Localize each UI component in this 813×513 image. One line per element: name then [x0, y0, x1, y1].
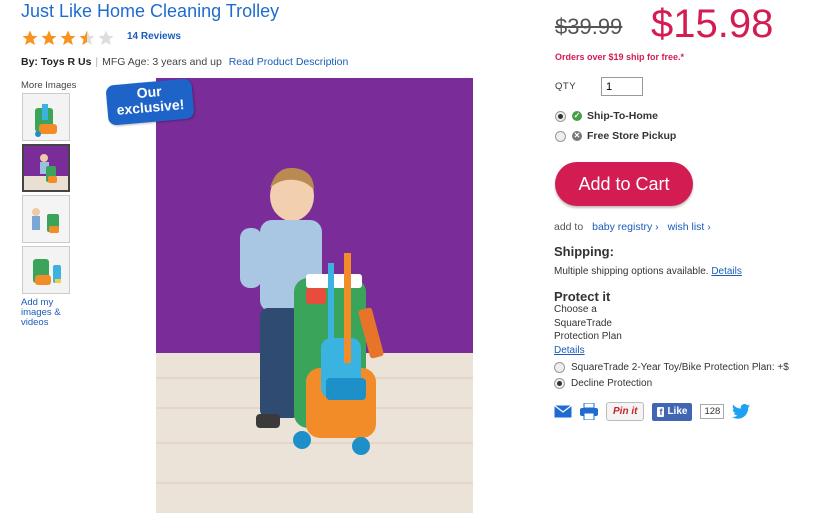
star-full-icon [41, 30, 57, 46]
protection-plan-option[interactable]: SquareTrade 2-Year Toy/Bike Protection P… [554, 362, 789, 373]
mfg-age: MFG Age: 3 years and up [102, 56, 222, 68]
byline: By: Toys R Us | MFG Age: 3 years and up Re… [21, 56, 348, 68]
add-to-prefix: add to [554, 221, 584, 233]
radio-selected[interactable] [554, 378, 565, 389]
qty-label: QTY [555, 81, 577, 92]
unavailable-x-icon: ✕ [572, 131, 582, 141]
facebook-like-button[interactable]: f Like [652, 402, 693, 421]
social-share-bar: Pin it f Like 128 [554, 402, 751, 421]
protect-description: Choose a SquareTrade Protection Plan Det… [554, 303, 622, 357]
original-price: $39.99 [555, 14, 623, 39]
main-product-image[interactable] [156, 78, 473, 513]
radio-selected[interactable] [555, 110, 566, 122]
shipping-info: Multiple shipping options available. Det… [554, 265, 742, 279]
chevron-right-icon: › [655, 221, 659, 233]
thumbnail-4[interactable] [22, 246, 70, 294]
protect-details-link[interactable]: Details [554, 345, 585, 356]
star-full-icon [60, 30, 76, 46]
thumbnail-2[interactable] [22, 144, 70, 192]
decline-protection-option[interactable]: Decline Protection [554, 378, 652, 389]
divider: | [95, 56, 99, 68]
add-to-links: add to baby registry › wish list › [554, 221, 711, 233]
baby-registry-link[interactable]: baby registry › [592, 221, 659, 233]
protect-heading: Protect it [554, 289, 611, 304]
brand-label: By: Toys R Us [21, 56, 92, 68]
ship-to-home-label: Ship-To-Home [587, 110, 658, 122]
trolley-image [23, 94, 69, 140]
star-rating[interactable] [21, 29, 115, 47]
product-title: Just Like Home Cleaning Trolley [21, 1, 280, 21]
pin-it-button[interactable]: Pin it [606, 402, 645, 421]
protection-plan-label: SquareTrade 2-Year Toy/Bike Protection P… [571, 362, 789, 373]
store-pickup-label: Free Store Pickup [587, 130, 677, 142]
more-images-label: More Images [21, 80, 77, 91]
protect-line-2: SquareTrade [554, 317, 612, 329]
star-empty-icon [98, 30, 114, 46]
star-full-icon [22, 30, 38, 46]
child-playing-image [23, 196, 69, 242]
add-my-images-link[interactable]: Add my images & videos [21, 298, 81, 328]
wish-list-label: wish list [667, 221, 705, 233]
chevron-right-icon: › [707, 221, 711, 233]
like-label: Like [667, 406, 688, 417]
child-with-cleaning-trolley-image [156, 78, 473, 513]
print-icon[interactable] [580, 403, 598, 420]
add-to-cart-button[interactable]: Add to Cart [555, 162, 693, 206]
thumbnail-3[interactable] [22, 195, 70, 243]
email-icon[interactable] [554, 405, 572, 418]
shipping-details-link[interactable]: Details [711, 266, 742, 277]
child-with-trolley-image [24, 146, 68, 190]
decline-protection-label: Decline Protection [571, 378, 653, 389]
ship-to-home-option[interactable]: ✓ Ship-To-Home [555, 110, 658, 122]
our-exclusive-badge: Our exclusive! [105, 78, 195, 126]
shipping-text: Multiple shipping options available. [554, 266, 709, 277]
twitter-icon[interactable] [732, 404, 751, 419]
protect-line-1: Choose a [554, 304, 597, 315]
wish-list-link[interactable]: wish list › [668, 221, 711, 233]
facebook-icon: f [657, 406, 665, 417]
shipping-heading: Shipping: [554, 244, 614, 259]
free-shipping-note: Orders over $19 ship for free.* [555, 52, 685, 62]
baby-registry-label: baby registry [592, 221, 653, 233]
trolley-accessories-image [23, 247, 69, 293]
sale-price: $15.98 [651, 2, 774, 46]
radio-unselected[interactable] [554, 362, 565, 373]
reviews-link[interactable]: 14 Reviews [127, 31, 181, 42]
like-count: 128 [700, 404, 725, 419]
store-pickup-option[interactable]: ✕ Free Store Pickup [555, 130, 676, 142]
thumbnail-1[interactable] [22, 93, 70, 141]
star-half-icon [79, 30, 95, 46]
check-icon: ✓ [572, 111, 582, 121]
protect-line-3: Protection Plan [554, 331, 622, 342]
radio-unselected[interactable] [555, 130, 566, 142]
read-description-link[interactable]: Read Product Description [229, 56, 349, 68]
quantity-input[interactable] [601, 77, 643, 96]
